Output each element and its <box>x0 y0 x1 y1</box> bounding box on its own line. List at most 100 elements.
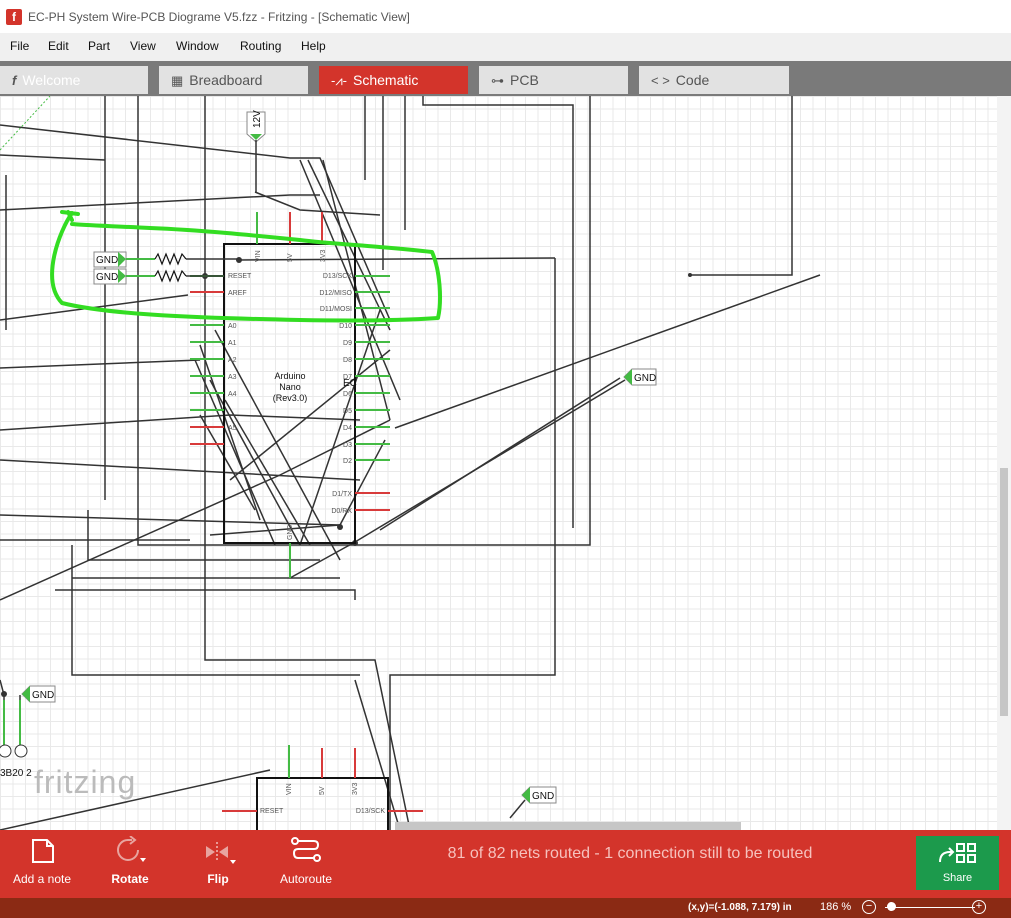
menu-edit[interactable]: Edit <box>48 39 69 53</box>
zoom-slider-track[interactable] <box>885 907 975 908</box>
menu-help[interactable]: Help <box>301 39 326 53</box>
share-label: Share <box>942 872 973 884</box>
pin-a1: A1 <box>228 340 237 347</box>
part-title-line2: Nano <box>279 382 301 392</box>
menu-bar: File Edit Part View Window Routing Help <box>0 33 1011 61</box>
second-pin-3v3: 3V3 <box>352 782 359 795</box>
flip-button[interactable]: Flip <box>190 830 246 898</box>
pin-d12: D12/MISO <box>319 290 352 297</box>
gnd-label-1: GND <box>96 255 118 266</box>
ec-label: EC <box>343 378 357 389</box>
power-12v-text: 12V <box>252 110 263 128</box>
tab-code-label: Code <box>675 72 710 88</box>
cursor-coordinates: (x,y)=(-1.088, 7.179) in <box>688 902 792 913</box>
gnd-label-bottom-right[interactable]: GND <box>521 786 557 804</box>
menu-routing[interactable]: Routing <box>240 39 281 53</box>
status-bar: (x,y)=(-1.088, 7.179) in 186 % − + <box>0 898 1011 918</box>
add-note-label: Add a note <box>12 872 72 886</box>
fritzing-watermark: fritzing <box>34 764 136 800</box>
second-pin-d13: D13/SCK <box>356 808 386 815</box>
autoroute-label: Autoroute <box>279 872 333 886</box>
gnd-label-right-text: GND <box>634 373 656 384</box>
horizontal-scrollbar-thumb[interactable] <box>395 822 741 830</box>
part-title: Arduino Nano (Rev3.0) <box>273 371 308 403</box>
pin-d10: D10 <box>339 323 352 330</box>
pin-d2: D2 <box>343 458 352 465</box>
menu-view[interactable]: View <box>130 39 156 53</box>
pin-5v: 5V <box>287 253 294 262</box>
share-button[interactable]: Share <box>916 836 999 890</box>
pin-d13: D13/SCK <box>323 273 353 280</box>
pin-a5: A5 <box>228 425 237 432</box>
zoom-out-button[interactable]: − <box>862 900 876 914</box>
flip-label: Flip <box>207 872 229 886</box>
part-title-line1: Arduino <box>274 371 305 381</box>
fritzing-app-icon: f <box>6 9 22 25</box>
tab-welcome[interactable]: f Welcome <box>0 66 148 94</box>
code-brackets-icon: < > <box>651 73 670 88</box>
part-title-line3: (Rev3.0) <box>273 393 308 403</box>
fritzing-logo-icon: f <box>12 73 17 88</box>
pin-d8: D8 <box>343 357 352 364</box>
tab-welcome-label: Welcome <box>22 72 81 88</box>
partial-part-label: 3B20 2 <box>0 768 32 779</box>
pin-reset: RESET <box>228 273 252 280</box>
vertical-scrollbar[interactable] <box>997 96 1011 830</box>
gnd-label-2: GND <box>96 272 118 283</box>
schematic-wave-icon: -⩘- <box>331 73 347 88</box>
zoom-level: 186 % <box>820 901 852 913</box>
resistor-2-icon <box>154 269 187 283</box>
gnd-label-bottom-left[interactable]: GND <box>21 685 56 703</box>
resistor-1-icon <box>154 252 187 266</box>
gnd-label-right[interactable]: GND <box>623 368 657 386</box>
tab-breadboard[interactable]: ▦ Breadboard <box>159 66 308 94</box>
menu-file[interactable]: File <box>10 39 29 53</box>
second-pin-reset: RESET <box>260 808 284 815</box>
share-icon <box>939 843 976 863</box>
pin-a0: A0 <box>228 323 237 330</box>
power-label-12v[interactable]: 12V <box>246 110 266 143</box>
zoom-in-button[interactable]: + <box>972 900 986 914</box>
tab-schematic[interactable]: -⩘- Schematic <box>319 66 468 94</box>
rotate-button[interactable]: Rotate <box>100 830 160 898</box>
pin-d1: D1/TX <box>332 491 352 498</box>
gnd-label-bottom-right-text: GND <box>532 791 554 802</box>
tab-pcb[interactable]: ⊶ PCB <box>479 66 628 94</box>
pin-d4: D4 <box>343 425 352 432</box>
rotate-label: Rotate <box>111 872 149 886</box>
add-note-button[interactable]: Add a note <box>6 830 78 898</box>
pin-d9: D9 <box>343 340 352 347</box>
tab-schematic-label: Schematic <box>353 72 419 88</box>
pin-d5: D5 <box>343 408 352 415</box>
pin-aref: AREF <box>228 290 247 297</box>
vertical-scrollbar-thumb[interactable] <box>1000 468 1008 716</box>
view-tab-bar: f Welcome ▦ Breadboard -⩘- Schematic ⊶ PCB <… <box>0 61 1011 96</box>
ratsnest-line <box>0 96 51 151</box>
pin-3v3: 3V3 <box>320 249 327 262</box>
second-arduino-part[interactable]: VIN 5V 3V3 RESET D13/SCK <box>222 745 423 830</box>
resistor-group[interactable]: GND GND <box>93 251 239 285</box>
autoroute-icon <box>291 837 321 862</box>
breadboard-icon: ▦ <box>171 73 184 88</box>
pin-d3: D3 <box>343 442 352 449</box>
pin-d6: D6 <box>343 391 352 398</box>
menu-window[interactable]: Window <box>176 39 219 53</box>
pin-gnd: GND <box>287 524 294 540</box>
tab-breadboard-label: Breadboard <box>189 72 263 88</box>
autoroute-button[interactable]: Autoroute <box>276 830 336 898</box>
tab-code[interactable]: < > Code <box>639 66 789 94</box>
rotate-icon <box>117 836 146 862</box>
note-icon <box>32 839 54 863</box>
pin-vin: VIN <box>255 250 262 262</box>
title-bar: f EC-PH System Wire-PCB Diograme V5.fzz … <box>0 0 1011 34</box>
flip-icon <box>206 842 236 864</box>
gnd-label-bottom-left-text: GND <box>32 690 54 701</box>
pcb-icon: ⊶ <box>491 73 504 88</box>
zoom-slider-handle[interactable] <box>887 902 896 911</box>
schematic-canvas[interactable]: RESET AREF A0 A1 A2 A3 A4 A5 D13/SCK D12… <box>0 96 997 830</box>
schematic-drawing[interactable]: RESET AREF A0 A1 A2 A3 A4 A5 D13/SCK D12… <box>0 96 997 830</box>
wires[interactable] <box>0 96 821 830</box>
partial-sensor-part[interactable]: 3B20 2 <box>0 700 32 779</box>
menu-part[interactable]: Part <box>88 39 110 53</box>
bottom-toolbar: Add a note Rotate Flip Autoroute 81 of 8… <box>0 830 1011 898</box>
